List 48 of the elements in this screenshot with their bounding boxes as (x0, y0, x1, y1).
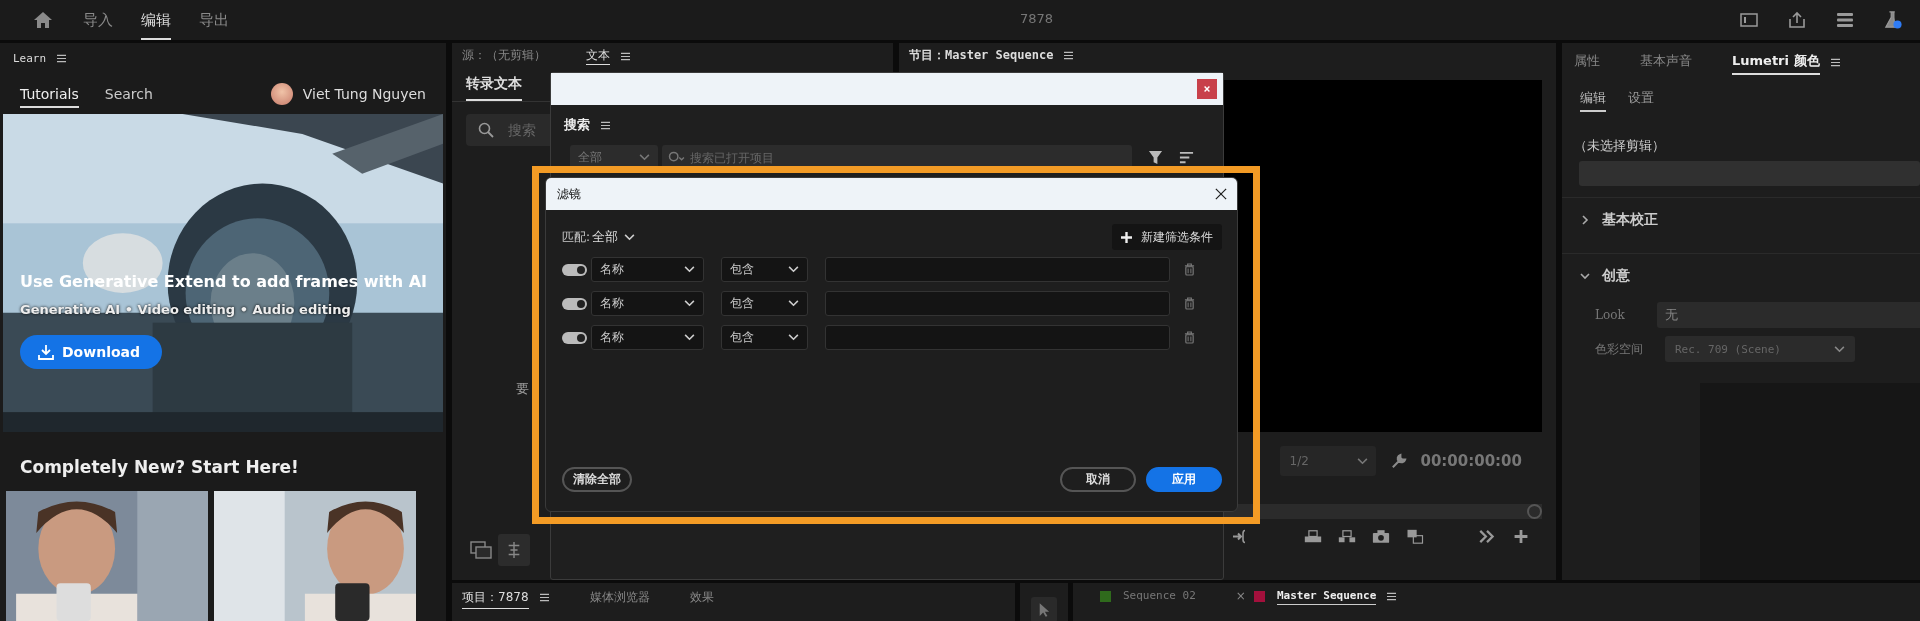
section-title: Completely New? Start Here! (19, 456, 300, 479)
look-label: Look (1595, 308, 1626, 322)
transcript-tab[interactable]: 转录文本 (466, 69, 522, 101)
panel-tab[interactable]: 项目：7878 (462, 589, 529, 609)
workspace-tab[interactable]: 导入 (83, 0, 113, 40)
panel-title: Learn (13, 52, 47, 66)
field-dropdown[interactable]: 名称 (591, 325, 704, 350)
operator-dropdown[interactable]: 包含 (721, 257, 808, 282)
clear-all-button[interactable]: 清除全部 (562, 467, 632, 492)
download-button[interactable]: Download (20, 335, 163, 369)
dialog-title: 滤镜 (557, 185, 581, 203)
field-dropdown[interactable]: 名称 (591, 291, 704, 316)
timecode: 00:00:00:00 (1420, 452, 1522, 470)
panel-tab[interactable]: 属性 (1574, 49, 1600, 75)
match-dropdown[interactable]: 全部 (592, 228, 636, 246)
add-condition-button[interactable]: 新建筛选条件 (1112, 224, 1222, 250)
apply-button[interactable]: 应用 (1146, 467, 1222, 492)
panel-tab[interactable]: 源：（无剪辑） (462, 47, 546, 65)
user-name: Viet Tung Nguyen (302, 86, 426, 103)
panel-tab[interactable]: 效果 (689, 589, 714, 609)
hint-text: 要 (516, 380, 529, 398)
sub-tab[interactable]: 设置 (1628, 86, 1654, 112)
learn-tab[interactable]: Tutorials (20, 80, 79, 109)
look-field[interactable]: 无 (1657, 302, 1920, 328)
operator-dropdown[interactable]: 包含 (721, 291, 808, 316)
panel-tab[interactable]: 基本声音 (1640, 49, 1692, 75)
workspace-tab[interactable]: 编辑 (141, 0, 171, 40)
workspace-tab[interactable]: 导出 (199, 0, 229, 40)
field-dropdown[interactable]: 名称 (591, 257, 704, 282)
operator-dropdown[interactable]: 包含 (721, 325, 808, 350)
match-label: 匹配: (562, 228, 591, 246)
sequence-tab[interactable]: Sequence 02 (1123, 589, 1196, 605)
sub-tab[interactable]: 编辑 (1580, 86, 1606, 112)
panel-tab[interactable]: Lumetri 颜色 (1732, 49, 1820, 75)
clip-status: （未选择剪辑） (1573, 137, 1666, 155)
learn-tab[interactable]: Search (104, 80, 153, 109)
panel-tab[interactable]: 媒体浏览器 (589, 589, 650, 609)
section-header[interactable]: 基本校正 (1602, 211, 1658, 229)
close-tab-icon[interactable]: × (1235, 589, 1246, 603)
panel-tab[interactable]: 文本 (586, 47, 610, 65)
color-space-label: 色彩空间 (1595, 340, 1644, 358)
panel-title: 搜索 (564, 116, 590, 134)
panel-title: 节目：Master Sequence (909, 46, 1054, 64)
hero-headline: Use Generative Extend to add frames with AI (20, 271, 428, 293)
sequence-tab[interactable]: Master Sequence (1276, 589, 1377, 605)
project-title: 7878 (1020, 11, 1054, 26)
section-header[interactable]: 创意 (1602, 267, 1630, 285)
cancel-button[interactable]: 取消 (1060, 467, 1136, 492)
